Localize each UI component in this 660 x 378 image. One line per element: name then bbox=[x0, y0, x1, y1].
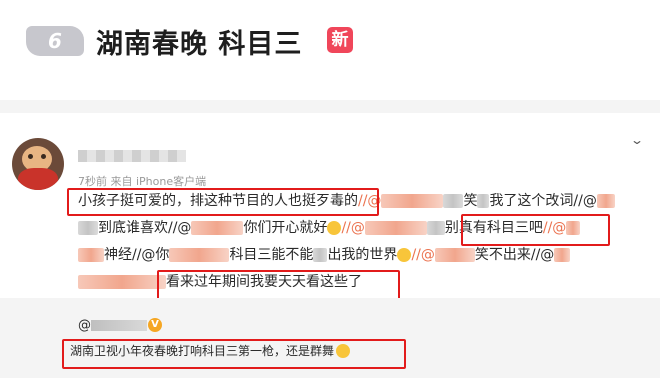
trend-title[interactable]: 湖南春晚 科目三 bbox=[96, 22, 302, 61]
post-meta: 7秒前 来自 iPhone客户端 bbox=[78, 175, 207, 188]
vip-badge-icon: V bbox=[148, 318, 162, 332]
emoji-icon bbox=[327, 221, 342, 235]
emoji-icon bbox=[397, 248, 412, 262]
repost-username[interactable]: @ bbox=[78, 318, 147, 333]
avatar[interactable] bbox=[12, 138, 64, 190]
username-redacted[interactable] bbox=[78, 150, 186, 162]
highlight-box bbox=[62, 339, 406, 369]
highlight-box bbox=[67, 188, 379, 216]
chevron-down-icon[interactable]: ⌄ bbox=[630, 133, 644, 147]
post-line-3: 神经//@你 科目三能不能 出我的世界//@ 笑不出来//@ bbox=[78, 246, 571, 264]
section-divider bbox=[0, 100, 660, 113]
new-badge: 新 bbox=[327, 27, 353, 53]
trend-rank: 6 bbox=[26, 26, 84, 56]
highlight-box bbox=[461, 214, 610, 246]
